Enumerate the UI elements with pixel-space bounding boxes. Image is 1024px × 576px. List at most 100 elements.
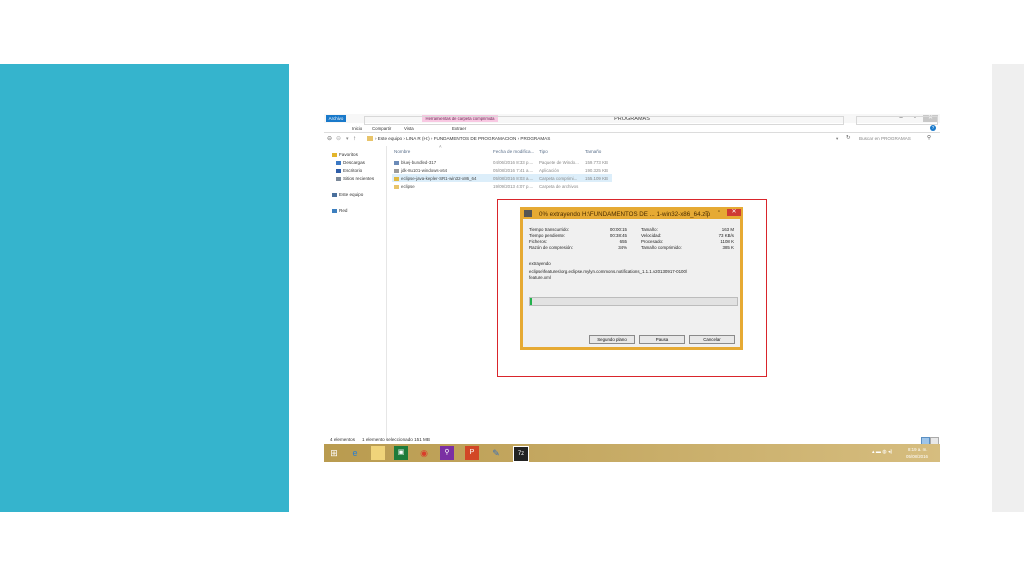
current-file-name: feature.xml	[529, 275, 551, 280]
files-value: 655	[619, 239, 627, 244]
dialog-minimize-button[interactable]: –	[702, 209, 712, 216]
zip-folder-icon	[394, 176, 399, 181]
clock-time[interactable]: 8:19 a. m.	[908, 447, 928, 452]
address-dropdown-icon[interactable]: ▾	[836, 136, 838, 142]
column-header-name[interactable]: Nombre	[394, 149, 410, 154]
progress-fill	[530, 298, 532, 305]
nav-item-label: Escritorio	[343, 168, 363, 173]
processed-value: 1108 K	[720, 239, 734, 244]
help-icon[interactable]: ?	[930, 125, 936, 131]
size-label: Tamaño:	[641, 227, 658, 232]
current-file-path: eclipse\features\org.eclipse.mylyn.commo…	[529, 269, 688, 274]
remaining-time-label: Tiempo pendiente:	[529, 233, 566, 238]
dialog-close-button[interactable]: ✕	[727, 209, 741, 216]
size-value: 163 M	[721, 227, 734, 232]
search-box[interactable]	[856, 116, 938, 125]
search-icon[interactable]: ⚲	[927, 135, 931, 142]
dialog-maximize-button[interactable]: ▫	[714, 209, 724, 216]
internet-explorer-icon[interactable]: e	[348, 446, 362, 460]
nav-item-escritorio[interactable]: Escritorio	[336, 168, 362, 173]
file-type: Carpeta comprimi...	[539, 176, 578, 181]
table-row-selected[interactable]: eclipse-java-kepler-SR1-win32-x86_64 05/…	[392, 174, 612, 182]
item-count: 4 elementos	[330, 437, 356, 442]
file-size: 159.773 KB	[585, 160, 608, 165]
tab-archivo[interactable]: Archivo	[326, 115, 346, 122]
dialog-title: 0% extrayendo H:\FUNDAMENTOS DE ... 1-wi…	[539, 211, 711, 218]
powerpoint-icon[interactable]: P	[465, 446, 479, 460]
elapsed-time-value: 00:00:15	[609, 227, 627, 232]
file-type: Paquete de Windo...	[539, 160, 579, 165]
search-input[interactable]: Buscar en PROGRAMAS	[859, 136, 911, 142]
file-size: 190.325 KB	[585, 168, 608, 173]
nav-network[interactable]: Red	[332, 208, 347, 213]
compressed-size-value: 385 K	[722, 245, 734, 250]
nav-this-pc[interactable]: Este equipo	[332, 192, 363, 197]
slide-side-bar	[992, 64, 1024, 512]
processed-label: Procesado:	[641, 239, 664, 244]
forward-icon[interactable]: ⊖	[336, 136, 341, 142]
background-button[interactable]: Segundo plano	[589, 335, 635, 344]
nav-item-label: Sitios recientes	[343, 176, 375, 181]
back-icon[interactable]: ⊖	[327, 136, 332, 142]
refresh-icon[interactable]: ↻	[846, 135, 851, 142]
file-date: 19/09/2013 4:07 p....	[493, 184, 534, 189]
elapsed-time-label: Tiempo transcurrido:	[529, 227, 570, 232]
clock-date[interactable]: 05/08/2016	[906, 454, 928, 459]
folder-icon	[394, 184, 399, 189]
paint-icon[interactable]: ✎	[489, 446, 503, 460]
recent-dropdown-icon[interactable]: ▾	[346, 137, 349, 142]
star-icon	[332, 152, 337, 157]
computer-icon	[332, 192, 337, 197]
table-row[interactable]: eclipse 19/09/2013 4:07 p.... Carpeta de…	[392, 182, 612, 190]
address-bar[interactable]	[364, 116, 844, 125]
nav-item-label: Descargas	[343, 160, 365, 165]
7zip-icon[interactable]: 7z	[513, 446, 529, 462]
file-explorer-icon[interactable]	[371, 446, 385, 460]
compressed-size-label: Tamaño comprimido:	[641, 245, 682, 250]
file-type: Aplicación	[539, 168, 560, 173]
tab-extraer[interactable]: Extraer	[452, 126, 466, 131]
table-row[interactable]: jdk-8u101-windows-x64 05/08/2016 7:41 a.…	[392, 166, 612, 174]
nav-favorites-label: Favoritos	[339, 152, 358, 157]
address-path[interactable]: › Este equipo › LINA R (H:) › FUNDAMENTO…	[375, 136, 550, 142]
downloads-icon	[336, 160, 341, 165]
column-header-size[interactable]: Tamaño	[585, 149, 601, 154]
excel-icon[interactable]: ▣	[394, 446, 408, 460]
up-icon[interactable]: ↑	[353, 136, 356, 142]
extraction-dialog: 0% extrayendo H:\FUNDAMENTOS DE ... 1-wi…	[520, 207, 743, 350]
nav-item-descargas[interactable]: Descargas	[336, 160, 365, 165]
tab-inicio[interactable]: Inicio	[352, 126, 362, 131]
tab-vista[interactable]: Vista	[404, 126, 414, 131]
extracting-label: extrayendo	[529, 261, 551, 266]
file-size: 155.109 KB	[585, 176, 608, 181]
file-type: Carpeta de archivos	[539, 184, 579, 189]
column-header-date[interactable]: Fecha de modifica...	[493, 149, 534, 154]
file-name: jdk-8u101-windows-x64	[401, 168, 448, 173]
tab-compartir[interactable]: Compartir	[372, 126, 391, 131]
pause-button[interactable]: Pausa	[639, 335, 685, 344]
decorative-teal-panel	[0, 64, 289, 512]
cancel-button[interactable]: Cancelar	[689, 335, 735, 344]
sort-ascending-icon: ˄	[439, 144, 442, 149]
column-header-type[interactable]: Tipo	[539, 149, 548, 154]
network-icon	[332, 208, 337, 213]
desktop-icon	[336, 168, 341, 173]
speed-label: Velocidad:	[641, 233, 662, 238]
chrome-icon[interactable]: ◉	[417, 446, 431, 460]
tray-icons[interactable]: ▴ ▬ ◍ ◂)	[872, 450, 892, 455]
file-name: bluej-bundled-317	[401, 160, 437, 165]
nav-favorites[interactable]: Favoritos	[332, 152, 358, 157]
search-app-icon[interactable]: ⚲	[440, 446, 454, 460]
file-date: 05/08/2016 7:41 a....	[493, 168, 534, 173]
windows-start-icon[interactable]: ⊞	[327, 446, 341, 460]
folder-icon	[367, 136, 373, 141]
table-row[interactable]: bluej-bundled-317 04/06/2016 8:33 p.... …	[392, 158, 612, 166]
nav-item-sitios-recientes[interactable]: Sitios recientes	[336, 176, 374, 181]
navigation-pane	[324, 146, 387, 438]
installer-icon	[394, 160, 399, 165]
dialog-body: Tiempo transcurrido: Tiempo pendiente: F…	[523, 219, 740, 347]
file-name: eclipse-java-kepler-SR1-win32-x86_64	[401, 176, 477, 181]
selection-info: 1 elemento seleccionado 151 MB	[362, 437, 430, 442]
recent-places-icon	[336, 176, 341, 181]
file-name: eclipse	[401, 184, 415, 189]
